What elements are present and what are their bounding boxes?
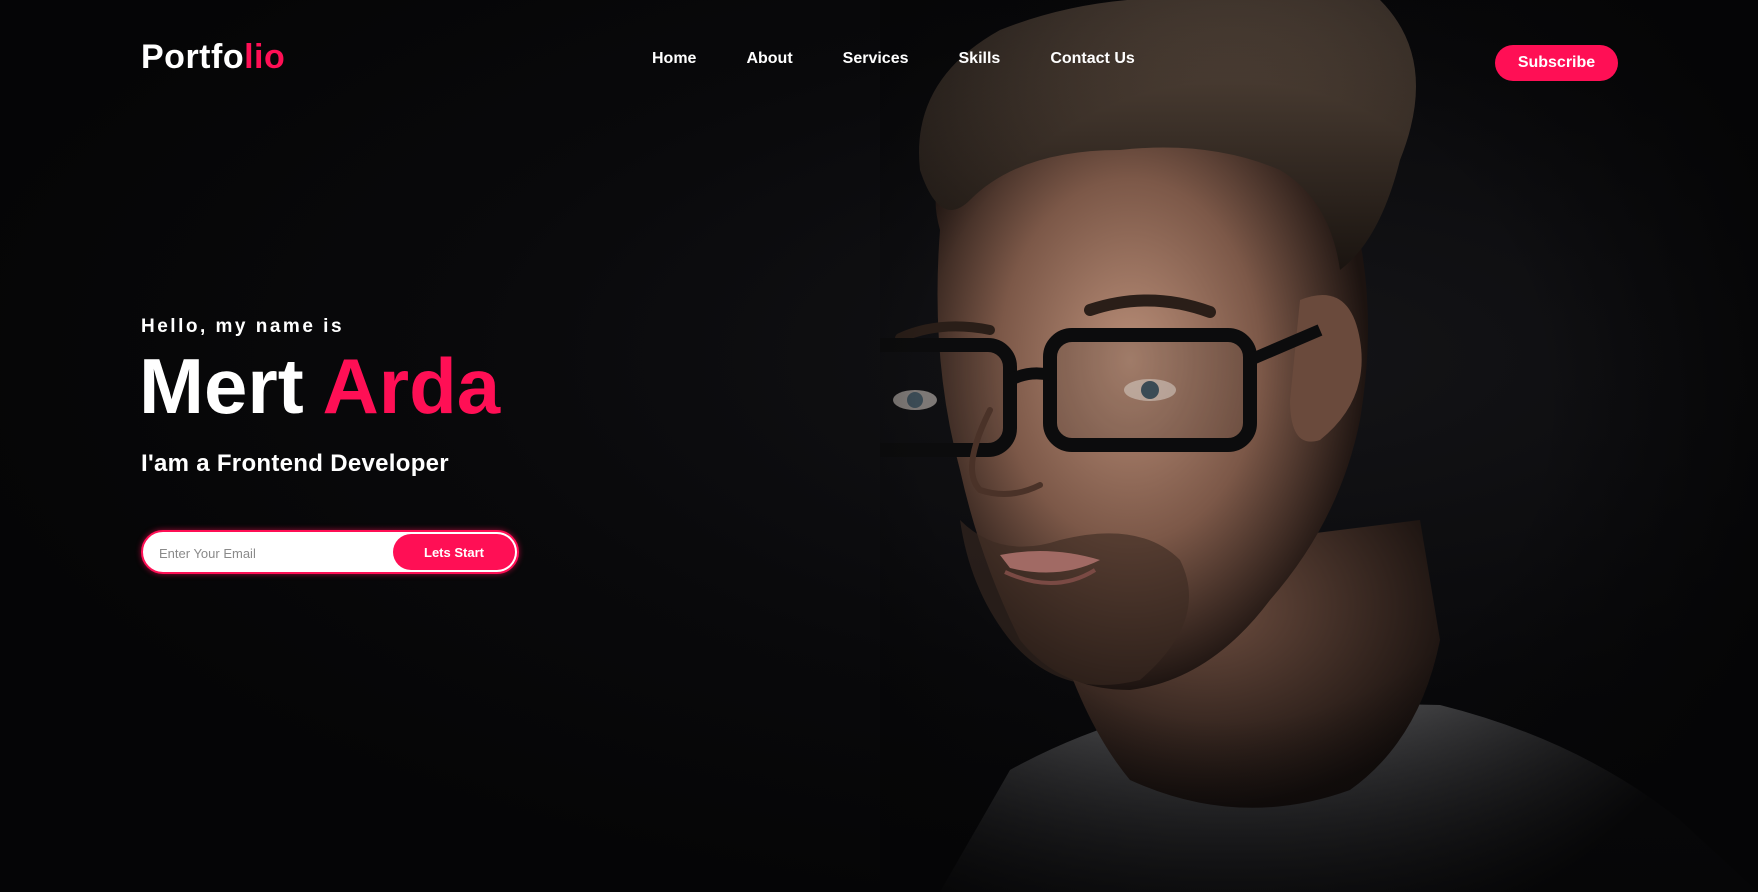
hero-greeting: Hello, my name is [141, 316, 345, 337]
email-input[interactable] [157, 540, 391, 566]
nav-skills[interactable]: Skills [959, 50, 1001, 68]
lets-start-button[interactable]: Lets Start [393, 534, 515, 570]
email-signup-form: Lets Start [141, 530, 519, 574]
portrait-photo [880, 0, 1758, 892]
nav-contact-us[interactable]: Contact Us [1050, 50, 1134, 68]
nav-services[interactable]: Services [843, 50, 909, 68]
hero-role: I'am a Frontend Developer [141, 450, 449, 477]
portfolio-page: Portfolio Home About Services Skills Con… [0, 0, 1758, 892]
subscribe-button[interactable]: Subscribe [1495, 45, 1618, 81]
hero-first-name: Mert [139, 342, 304, 430]
logo[interactable]: Portfolio [141, 38, 285, 77]
logo-accent: lio [244, 38, 286, 76]
nav-about[interactable]: About [746, 50, 792, 68]
hero-last-name: Arda [322, 342, 501, 430]
logo-main: Portfo [141, 38, 245, 76]
nav-home[interactable]: Home [652, 50, 696, 68]
main-nav: Home About Services Skills Contact Us [652, 50, 1135, 68]
hero-name: Mert Arda [139, 342, 501, 430]
